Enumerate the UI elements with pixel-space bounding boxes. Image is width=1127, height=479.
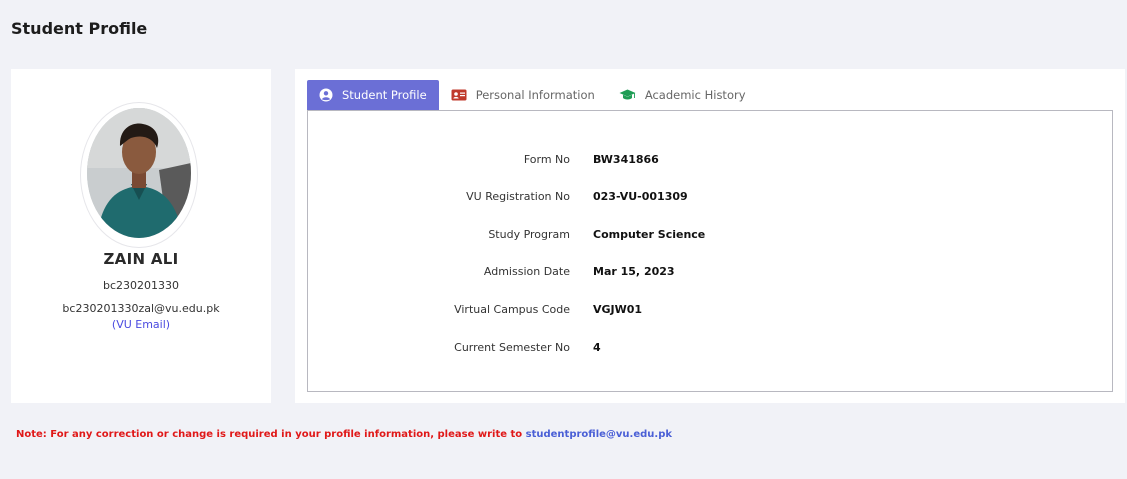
student-profile-panel: Form No BW341866 VU Registration No 023-…	[307, 110, 1113, 392]
user-circle-icon	[319, 88, 333, 102]
tab-student-profile[interactable]: Student Profile	[307, 80, 439, 110]
student-email: bc230201330zal@vu.edu.pk	[62, 302, 220, 315]
profile-tabs: Student Profile Personal Information Aca…	[307, 80, 758, 110]
avatar-frame	[80, 102, 198, 248]
tab-personal-information[interactable]: Personal Information	[439, 80, 607, 110]
field-label: Admission Date	[483, 265, 570, 278]
field-row-current-semester: Current Semester No 4	[308, 341, 1114, 357]
support-email-link[interactable]: studentprofile@vu.edu.pk	[526, 429, 672, 440]
graduation-cap-icon	[619, 89, 636, 101]
field-value: BW341866	[593, 153, 659, 166]
field-label: VU Registration No	[466, 190, 570, 203]
field-row-form-no: Form No BW341866	[308, 153, 1114, 169]
field-label: Current Semester No	[454, 341, 570, 354]
avatar	[87, 108, 191, 238]
tab-label: Student Profile	[342, 88, 427, 102]
field-value: 4	[593, 341, 601, 354]
field-value: 023-VU-001309	[593, 190, 688, 203]
field-value: Mar 15, 2023	[593, 265, 675, 278]
field-row-registration-no: VU Registration No 023-VU-001309	[308, 190, 1114, 206]
note-text: Note: For any correction or change is re…	[16, 429, 523, 440]
tab-label: Personal Information	[475, 88, 595, 102]
field-row-campus-code: Virtual Campus Code VGJW01	[308, 303, 1114, 319]
field-value: Computer Science	[593, 228, 706, 241]
profile-card: ZAIN ALI bc230201330 bc230201330zal@vu.e…	[11, 69, 271, 403]
tab-academic-history[interactable]: Academic History	[607, 80, 758, 110]
correction-note: Note: For any correction or change is re…	[16, 429, 672, 440]
vu-email-label: (VU Email)	[111, 318, 171, 331]
field-label: Virtual Campus Code	[454, 303, 570, 316]
id-card-icon	[451, 89, 467, 101]
field-row-study-program: Study Program Computer Science	[308, 228, 1114, 244]
details-card: Student Profile Personal Information Aca…	[295, 69, 1125, 403]
field-value: VGJW01	[593, 303, 643, 316]
student-id: bc230201330	[102, 279, 180, 292]
page-title: Student Profile	[11, 19, 148, 38]
tab-label: Academic History	[644, 88, 746, 102]
field-label: Form No	[523, 153, 570, 166]
field-label: Study Program	[488, 228, 570, 241]
student-name: ZAIN ALI	[103, 250, 179, 268]
field-row-admission-date: Admission Date Mar 15, 2023	[308, 265, 1114, 281]
